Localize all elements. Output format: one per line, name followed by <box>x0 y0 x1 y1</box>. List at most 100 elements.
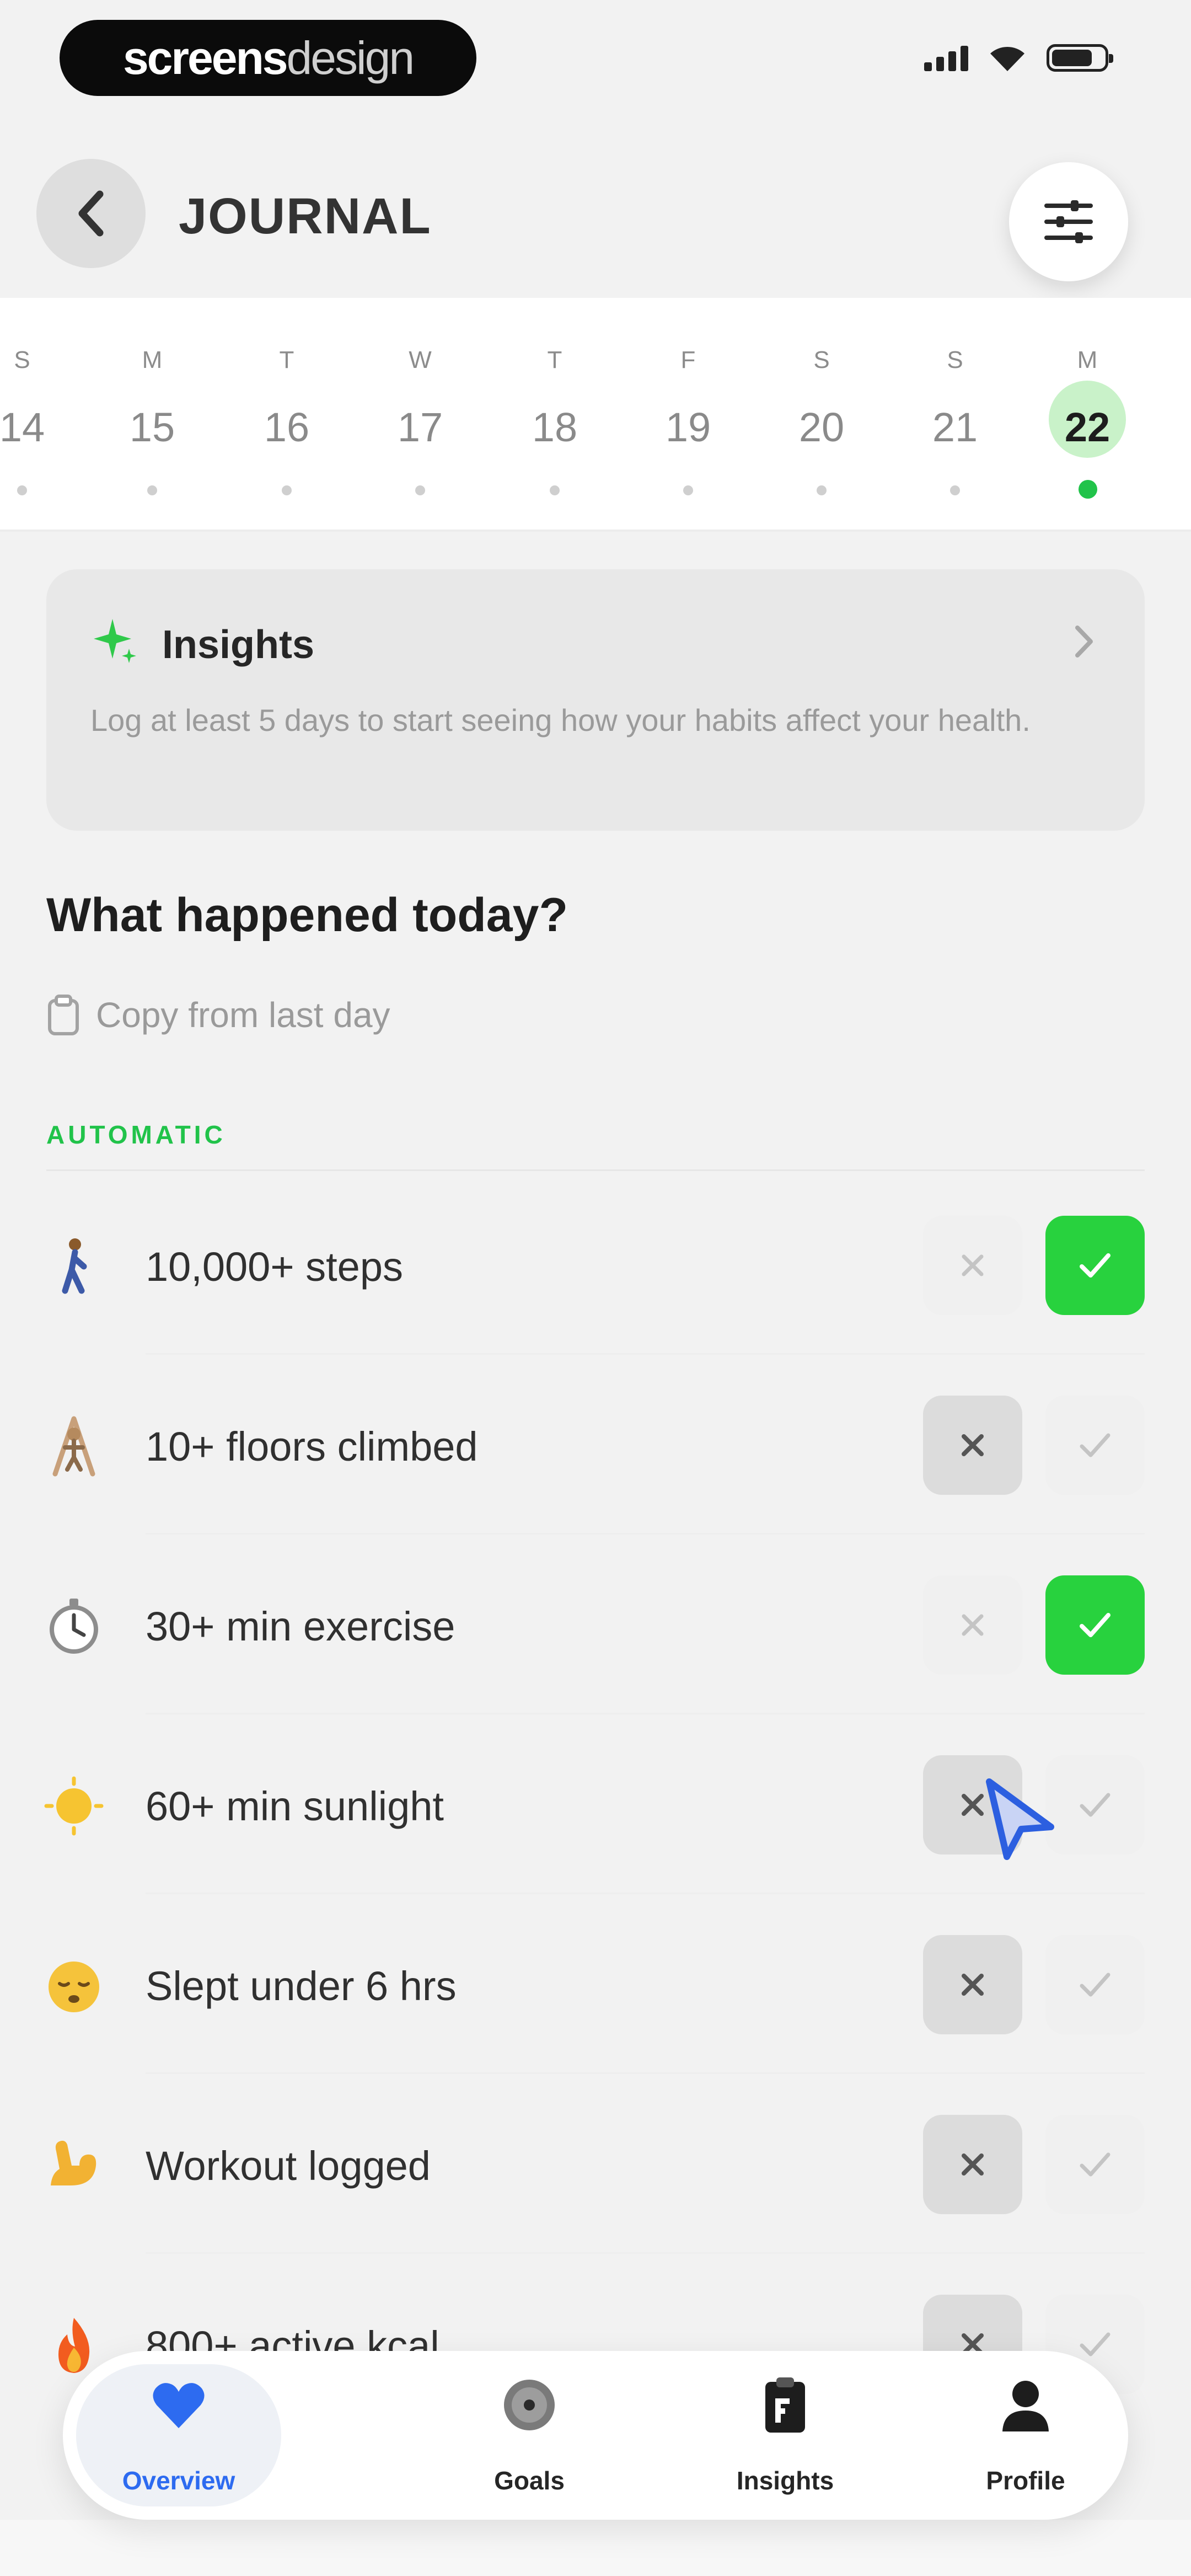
weekday-label: M <box>142 346 163 373</box>
tab-bar: Overview Goals Insights Profile <box>63 2351 1128 2520</box>
habit-label: 10,000+ steps <box>146 1244 403 1290</box>
tab-insights[interactable]: Insights <box>669 2351 901 2520</box>
day-21[interactable]: S 21 <box>900 298 1010 530</box>
habit-label: 10+ floors climbed <box>146 1424 478 1469</box>
habit-no-button[interactable] <box>923 2115 1022 2214</box>
weekday-label: T <box>547 346 562 373</box>
day-15[interactable]: M 15 <box>97 298 207 530</box>
day-dot <box>282 485 292 495</box>
day-dot <box>817 485 827 495</box>
back-button[interactable] <box>36 159 146 268</box>
next-habit-row-partial <box>0 2520 1191 2576</box>
habit-yes-button[interactable] <box>1045 1575 1145 1675</box>
tab-overview[interactable]: Overview <box>63 2351 294 2520</box>
chevron-left-icon <box>78 190 104 237</box>
day-number: 22 <box>1064 404 1110 450</box>
day-20[interactable]: S 20 <box>766 298 877 530</box>
day-dot <box>17 485 27 495</box>
insights-title: Insights <box>162 623 315 667</box>
wifi-icon <box>990 46 1024 71</box>
day-number: 20 <box>798 404 845 450</box>
habit-no-button[interactable] <box>923 1935 1022 2034</box>
brand-logo: screens design <box>60 20 476 96</box>
x-icon <box>962 1614 984 1636</box>
day-19[interactable]: F 19 <box>633 298 743 530</box>
habit-row: Workout logged <box>0 2074 1191 2254</box>
copy-from-last-day-button[interactable]: Copy from last day <box>46 993 390 1037</box>
habit-row: 30+ min exercise <box>0 1535 1191 1714</box>
page-title: JOURNAL <box>179 188 432 244</box>
logged-indicator-dot <box>1079 480 1097 499</box>
habit-yes-button[interactable] <box>1045 1216 1145 1315</box>
stopwatch-icon <box>50 1599 98 1654</box>
day-17[interactable]: W 17 <box>365 298 475 530</box>
battery-icon <box>1047 44 1113 72</box>
day-number: 21 <box>932 404 978 450</box>
insights-description: Log at least 5 days to start seeing how … <box>90 703 1031 737</box>
habit-row: Slept under 6 hrs <box>0 1894 1191 2074</box>
habit-yes-button[interactable] <box>1045 1935 1145 2034</box>
sliders-icon <box>1044 200 1093 243</box>
x-icon <box>962 2153 984 2176</box>
sparkle-icon <box>94 619 136 663</box>
x-icon <box>962 1254 984 1276</box>
checkmark-icon <box>1080 1433 1110 1457</box>
tab-goals[interactable]: Goals <box>414 2351 645 2520</box>
checkmark-icon <box>1080 1613 1110 1637</box>
weekday-label: S <box>813 346 830 373</box>
day-number: 14 <box>0 404 45 450</box>
weekday-label: T <box>279 346 294 373</box>
day-14[interactable]: S 14 <box>0 298 77 530</box>
habit-label: 60+ min sunlight <box>146 1783 444 1829</box>
person-climbing-icon <box>52 1416 95 1477</box>
clipboard-icon <box>765 2377 805 2433</box>
day-18[interactable]: T 18 <box>500 298 610 530</box>
habit-yes-button[interactable] <box>1045 1755 1145 1854</box>
insights-card[interactable]: Insights Log at least 5 days to start se… <box>46 569 1145 831</box>
status-icons <box>924 43 1113 73</box>
habit-no-button[interactable] <box>923 1575 1022 1675</box>
habit-yes-button[interactable] <box>1045 2115 1145 2214</box>
section-divider <box>46 1169 1145 1171</box>
filter-button[interactable] <box>1009 162 1128 281</box>
date-strip: S 14 M 15 T 16 W 17 T 18 F 19 S 20 S 21 … <box>0 298 1191 532</box>
day-16[interactable]: T 16 <box>232 298 342 530</box>
day-dot <box>550 485 560 495</box>
brand-light: design <box>286 31 415 84</box>
weekday-label: S <box>947 346 963 373</box>
habit-no-button[interactable] <box>923 1216 1022 1315</box>
checkmark-icon <box>1080 1253 1110 1278</box>
section-label-automatic: AUTOMATIC <box>46 1120 226 1149</box>
person-walking-icon <box>62 1238 87 1294</box>
day-dot <box>415 485 425 495</box>
day-number: 19 <box>665 404 711 450</box>
tab-profile[interactable]: Profile <box>910 2351 1141 2520</box>
tab-label: Insights <box>736 2466 834 2495</box>
day-22-selected[interactable]: M 22 <box>1032 298 1142 530</box>
habit-row: 10,000+ steps <box>0 1175 1191 1355</box>
day-number: 16 <box>264 404 310 450</box>
day-dot <box>950 485 960 495</box>
habit-row: 10+ floors climbed <box>0 1355 1191 1535</box>
x-icon <box>962 1974 984 1996</box>
flexed-biceps-icon <box>51 2140 96 2185</box>
tab-label: Profile <box>986 2466 1065 2495</box>
weekday-label: S <box>14 346 30 373</box>
person-icon <box>1002 2381 1049 2431</box>
habit-no-button[interactable] <box>923 1396 1022 1495</box>
weekday-label: M <box>1077 346 1098 373</box>
sun-icon <box>44 1776 104 1836</box>
chevron-right-icon <box>1075 626 1093 658</box>
weekday-label: W <box>409 346 432 373</box>
day-dot <box>683 485 693 495</box>
checkmark-icon <box>1080 1973 1110 1997</box>
status-bar: screens design <box>0 0 1191 116</box>
heart-icon <box>153 2383 205 2428</box>
sleeping-face-icon <box>49 1962 99 2012</box>
habit-yes-button[interactable] <box>1045 1396 1145 1495</box>
day-number: 15 <box>129 404 175 450</box>
clipboard-copy-icon <box>48 995 79 1035</box>
day-dot <box>147 485 157 495</box>
weekday-label: F <box>680 346 696 373</box>
day-number: 18 <box>532 404 578 450</box>
